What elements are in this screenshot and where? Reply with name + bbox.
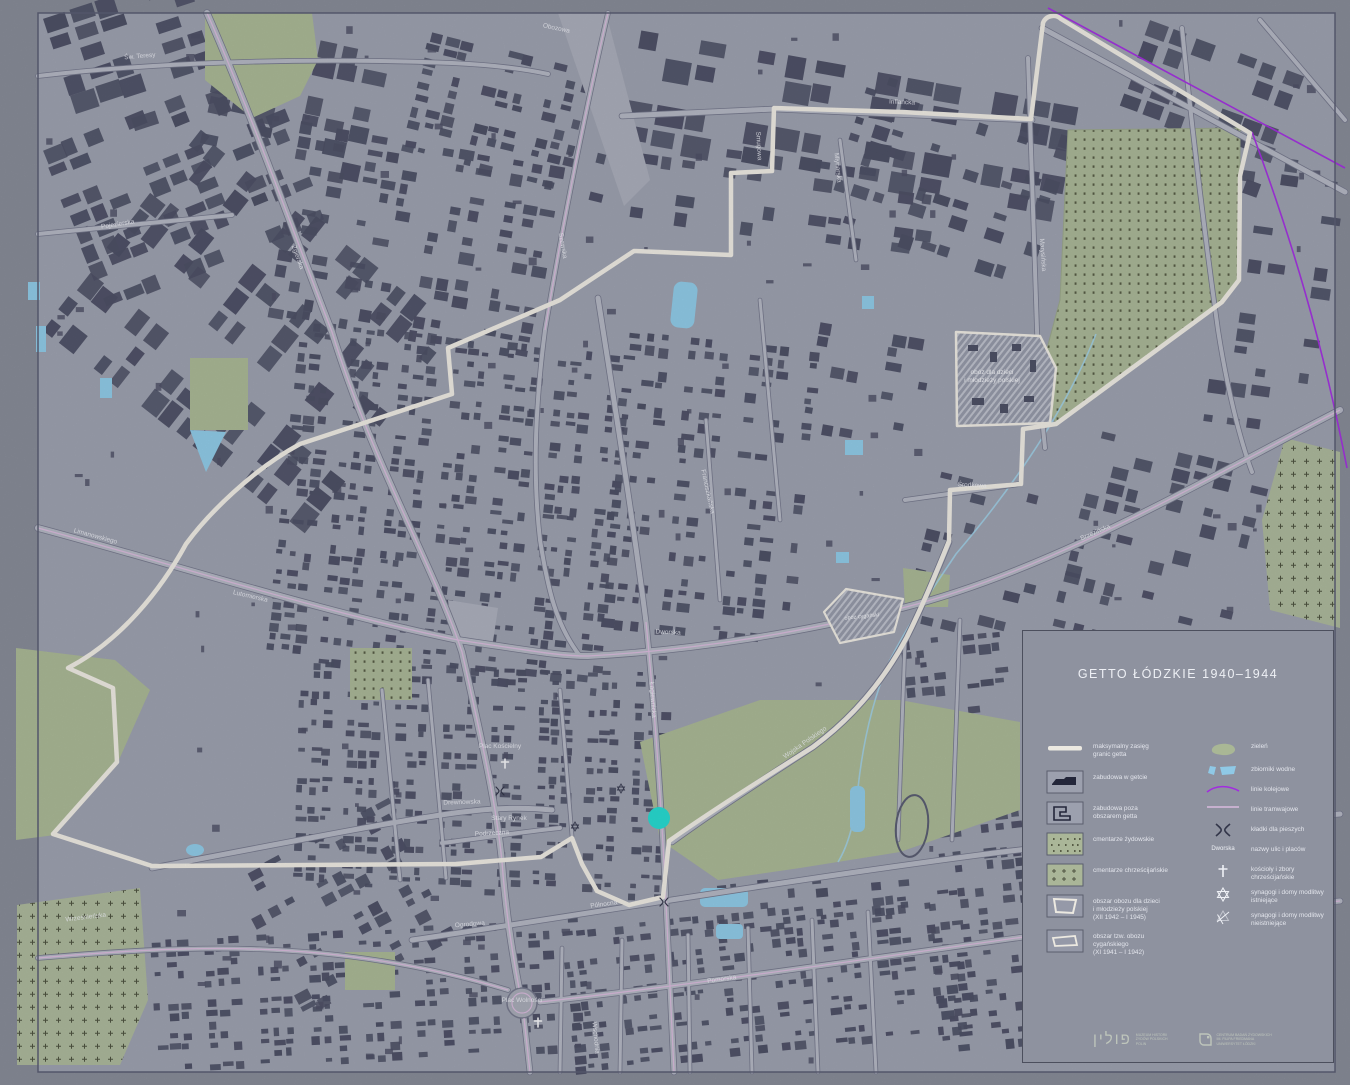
synagogue-existing-swatch-icon: [1203, 885, 1243, 903]
legend-logos: פולין MUZEUM HISTORIIŻYDÓW POLSKICHPOLIN…: [1093, 1031, 1272, 1048]
legend-item-right-2: linie kolejowe: [1203, 782, 1325, 799]
legend-right-column: zieleń zbiorniki wodne linie kolejowe linie…: [1203, 739, 1325, 964]
legend-item-label: obszar obozu dla dziecii młodzieży polsk…: [1093, 894, 1160, 922]
legend-item-label: synagogi i domy modlitwyistniejące: [1251, 885, 1324, 905]
legend-item-right-3: linie tramwajowe: [1203, 802, 1325, 819]
legend-item-left-4: cmentarze chrześcijańskie: [1045, 863, 1203, 887]
legend-item-right-4: kładki dla pieszych: [1203, 822, 1325, 839]
polin-logo-glyphs: פולין: [1093, 1031, 1132, 1049]
legend-item-label: zabudowa w getcie: [1093, 770, 1147, 782]
railway-swatch-icon: [1203, 782, 1243, 796]
camp-gypsy-swatch-icon: [1045, 929, 1085, 953]
legend-item-left-2: zabudowa pozaobszarem getta: [1045, 801, 1203, 825]
legend-item-label: kładki dla pieszych: [1251, 822, 1304, 834]
polin-logo: פולין MUZEUM HISTORIIŻYDÓW POLSKICHPOLIN: [1093, 1031, 1168, 1048]
built-ghetto-swatch-icon: [1045, 770, 1085, 794]
boundary-line-swatch-icon: [1045, 739, 1085, 757]
street-name-swatch-icon: Dworska: [1203, 842, 1243, 854]
legend-panel: GETTO ŁÓDZKIE 1940–1944 maksymalny zasię…: [1022, 630, 1334, 1063]
legend-item-label: obszar tzw. obozucygańskiego(XI 1941 – I…: [1093, 929, 1144, 957]
built-outside-swatch-icon: [1045, 801, 1085, 825]
legend-item-left-3: cmentarze żydowskie: [1045, 832, 1203, 856]
legend-item-label: linie tramwajowe: [1251, 802, 1298, 814]
cbz-logo-text: CENTRUM BADAŃ ŻYDOWSKICHIM. FILIPA FRIED…: [1217, 1033, 1272, 1046]
legend-item-left-1: zabudowa w getcie: [1045, 770, 1203, 794]
legend-item-left-5: obszar obozu dla dziecii młodzieży polsk…: [1045, 894, 1203, 922]
legend-item-left-0: maksymalny zasięggranic getta: [1045, 739, 1203, 763]
green-swatch-icon: [1203, 739, 1243, 759]
legend-item-label: cmentarze chrześcijańskie: [1093, 863, 1168, 875]
cbz-logo: CENTRUM BADAŃ ŻYDOWSKICHIM. FILIPA FRIED…: [1198, 1032, 1272, 1047]
polin-logo-text: MUZEUM HISTORIIŻYDÓW POLSKICHPOLIN: [1136, 1033, 1168, 1046]
legend-item-label: maksymalny zasięggranic getta: [1093, 739, 1149, 759]
legend-item-label: zbiorniki wodne: [1251, 762, 1295, 774]
legend-columns: maksymalny zasięggranic getta zabudowa w …: [1045, 739, 1325, 964]
church-cross-swatch-icon: [1203, 862, 1243, 880]
legend-item-label: nazwy ulic i placów: [1251, 842, 1305, 854]
legend-item-right-5: Dworska nazwy ulic i placów: [1203, 842, 1325, 859]
legend-item-label: linie kolejowe: [1251, 782, 1289, 794]
water-swatch-icon: [1203, 762, 1243, 778]
cbz-logo-mark: [1198, 1032, 1213, 1047]
footbridge-swatch-icon: [1203, 822, 1243, 838]
legend-item-left-6: obszar tzw. obozucygańskiego(XI 1941 – I…: [1045, 929, 1203, 957]
legend-item-label: zieleń: [1251, 739, 1268, 751]
cemetery-jewish-swatch-icon: [1045, 832, 1085, 856]
legend-item-label: zabudowa pozaobszarem getta: [1093, 801, 1138, 821]
cemetery-christian-swatch-icon: [1045, 863, 1085, 887]
synagogue-gone-swatch-icon: [1203, 908, 1243, 926]
legend-item-right-0: zieleń: [1203, 739, 1325, 759]
legend-item-right-8: synagogi i domy modlitwynieistniejące: [1203, 908, 1325, 928]
legend-item-label: synagogi i domy modlitwynieistniejące: [1251, 908, 1324, 928]
legend-item-label: cmentarze żydowskie: [1093, 832, 1154, 844]
legend-left-column: maksymalny zasięggranic getta zabudowa w …: [1045, 739, 1203, 964]
legend-title: GETTO ŁÓDZKIE 1940–1944: [1023, 667, 1333, 681]
tramway-swatch-icon: [1203, 802, 1243, 812]
camp-children-swatch-icon: [1045, 894, 1085, 918]
legend-item-label: kościoły i zborychrześcijańskie: [1251, 862, 1294, 882]
map-stage: obóz dla dziecii młodzieży polskiej obóz…: [0, 0, 1350, 1085]
legend-item-right-6: kościoły i zborychrześcijańskie: [1203, 862, 1325, 882]
svg-text:Dworska: Dworska: [1211, 846, 1235, 852]
legend-item-right-7: synagogi i domy modlitwyistniejące: [1203, 885, 1325, 905]
legend-item-right-1: zbiorniki wodne: [1203, 762, 1325, 779]
